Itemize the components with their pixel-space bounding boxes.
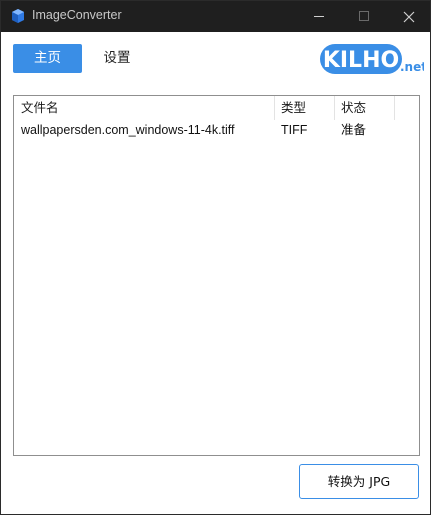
svg-text:KILHO: KILHO <box>323 48 399 73</box>
kilho-logo: KILHO .net <box>320 44 424 74</box>
file-name-cell: wallpapersden.com_windows-11-4k.tiff <box>21 123 235 137</box>
tab-settings[interactable]: 设置 <box>91 44 143 73</box>
app-window: ImageConverter 主页 设置 KILHO .net 文件名 类型 状… <box>0 0 431 515</box>
minimize-icon <box>314 16 324 17</box>
file-status-cell: 准备 <box>341 123 367 137</box>
close-icon <box>403 11 415 23</box>
column-header-type[interactable]: 类型 <box>275 96 335 120</box>
convert-to-jpg-button[interactable]: 转换为 JPG <box>299 464 419 499</box>
file-list[interactable]: 文件名 类型 状态 wallpapersden.com_windows-11-4… <box>13 95 420 456</box>
maximize-icon <box>359 11 369 21</box>
column-header-filename[interactable]: 文件名 <box>14 96 275 120</box>
title-bar[interactable]: ImageConverter <box>1 1 430 32</box>
minimize-button[interactable] <box>297 1 342 32</box>
svg-text:.net: .net <box>400 60 424 74</box>
tab-home[interactable]: 主页 <box>13 44 82 73</box>
file-type-cell: TIFF <box>281 123 308 137</box>
close-button[interactable] <box>387 1 431 32</box>
app-icon <box>12 9 24 23</box>
window-title: ImageConverter <box>32 8 122 22</box>
column-header-status[interactable]: 状态 <box>335 96 395 120</box>
maximize-button[interactable] <box>342 1 387 32</box>
list-item[interactable]: wallpapersden.com_windows-11-4k.tiff TIF… <box>14 120 419 140</box>
